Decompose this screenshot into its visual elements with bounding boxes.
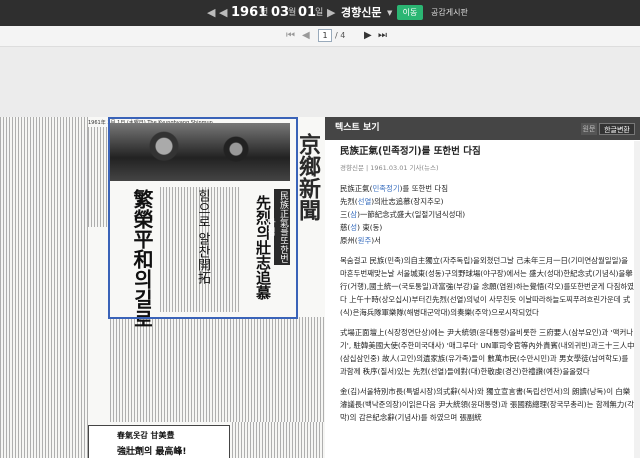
panel-title: 텍스트 보기 <box>335 123 380 133</box>
intro-line: 民族正氣(민족정기)를 또한번 다짐 <box>340 184 449 193</box>
masthead: 京鄉新聞 <box>295 133 321 221</box>
ad-line-2: 強壯劑의 最高峰! <box>117 447 187 457</box>
article-title: 民族正氣(민족정기)를 또한번 다짐 <box>340 146 481 157</box>
panel-header: 텍스트 보기 원문 한글변환 <box>325 117 640 140</box>
intro-line: 三(삼)一節紀念式盛大(일절기념식성대) <box>340 210 466 219</box>
panel-scrollbar[interactable] <box>634 141 640 458</box>
next-page-icon[interactable]: ▶ <box>364 28 372 44</box>
last-page-icon[interactable]: ⏭ <box>378 28 387 44</box>
text-view-panel: 텍스트 보기 원문 한글변환 民族正氣(민족정기)를 또한번 다짐 경향신문 |… <box>325 117 640 458</box>
paper-dropdown-icon[interactable]: ▼ <box>387 0 392 26</box>
original-text-button[interactable]: 원문 <box>581 123 597 135</box>
first-page-icon[interactable]: ⏮ <box>286 28 295 44</box>
page-navigator: ⏮ ◀ 1 / 4 ▶ ⏭ <box>0 26 640 47</box>
next-date-icon[interactable]: ▶ <box>327 0 335 26</box>
advertisement: 春氣옷감 甘美豊 強壯劑의 最高峰! <box>88 425 230 458</box>
article-meta: 경향신문 | 1961.03.01 기사(뉴스) <box>340 164 439 172</box>
paragraph-1: 목숨걸고 民族(민족)의自主獨立(자주독립)을외쳤던그날 己未年三月一日(기미연… <box>340 256 634 317</box>
prev-page-icon[interactable]: ◀ <box>302 28 310 44</box>
prev-date-icon[interactable]: ◀ <box>207 0 215 26</box>
board-link[interactable]: 공감게시판 <box>431 0 468 26</box>
text-columns-left <box>0 117 88 458</box>
day-unit: 일 <box>315 8 324 18</box>
year-down-icon[interactable]: ◀ <box>219 0 227 26</box>
move-button[interactable]: 이동 <box>397 5 423 20</box>
month-value[interactable]: 03 <box>271 0 289 26</box>
text-columns-bottom <box>232 422 325 458</box>
text-columns-top <box>88 127 108 227</box>
page-total: / 4 <box>335 31 346 40</box>
korean-convert-button[interactable]: 한글변환 <box>599 123 635 135</box>
year-unit: 년 <box>260 8 269 18</box>
paragraph-2: 式場正面壇上(식장정면단상)에는 尹大統領(윤대통령)을비롯한 三府要人(삼부요… <box>340 328 635 376</box>
article-body: 民族正氣(민족정기)를 또한번 다짐 경향신문 | 1961.03.01 기사(… <box>340 144 635 424</box>
day-value[interactable]: 01 <box>298 0 316 26</box>
paper-select[interactable]: 경향신문 <box>341 0 381 26</box>
month-unit: 월 <box>288 8 297 18</box>
page-input[interactable]: 1 <box>318 29 332 42</box>
newspaper-page-image[interactable]: 1961年 3月 1日 (水曜日) The Kyunghyang Shinmun… <box>0 117 325 458</box>
ad-line-1: 春氣옷감 甘美豊 <box>117 431 175 440</box>
intro-line: 先烈(선열)의壯志追慕(장지추모) <box>340 197 444 206</box>
top-bar: ◀ ◀ 1961 년 03 월 01 일 ▶ 경향신문 ▼ 이동 공감게시판 <box>0 0 640 26</box>
paragraph-3: 金(김)서울特別市長(특별시장)의式辭(식사)와 獨立宣言書(독립선언서)의 朗… <box>340 387 634 422</box>
selected-article-box[interactable] <box>108 117 298 319</box>
intro-line: 原州(원주)서 <box>340 236 381 245</box>
intro-line: 慈(성) 東(동) <box>340 223 383 232</box>
